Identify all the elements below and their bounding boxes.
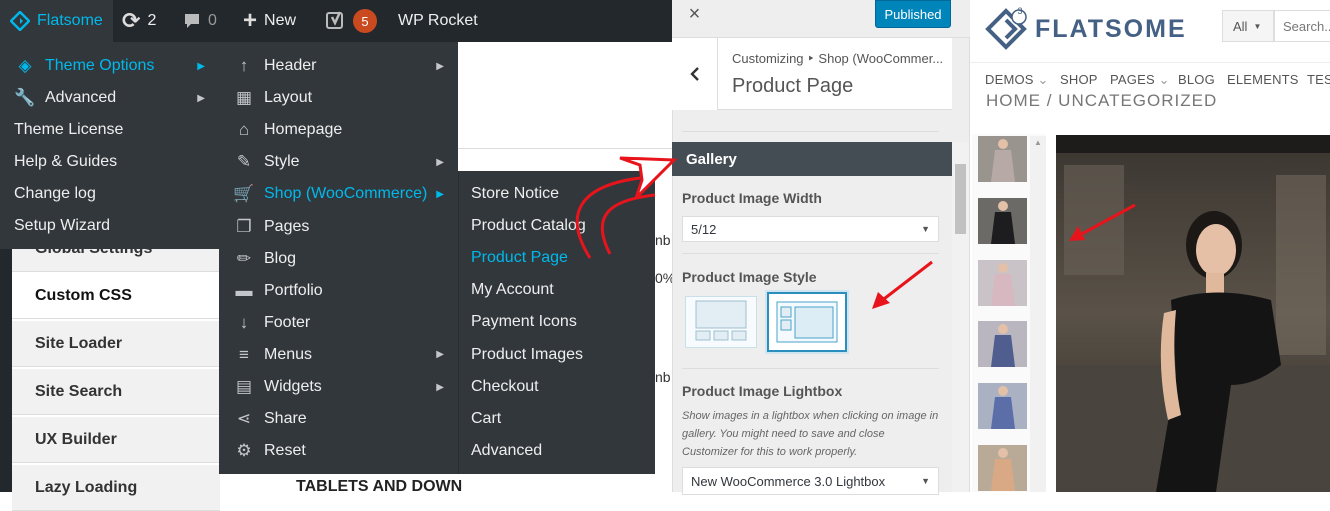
annotation-overlay: [575, 156, 1136, 309]
arrow-to-style: [879, 260, 933, 304]
curved-arrow-outline: [575, 176, 641, 259]
arrow-to-image: [1077, 203, 1136, 238]
curved-arrow-head: [619, 156, 678, 200]
